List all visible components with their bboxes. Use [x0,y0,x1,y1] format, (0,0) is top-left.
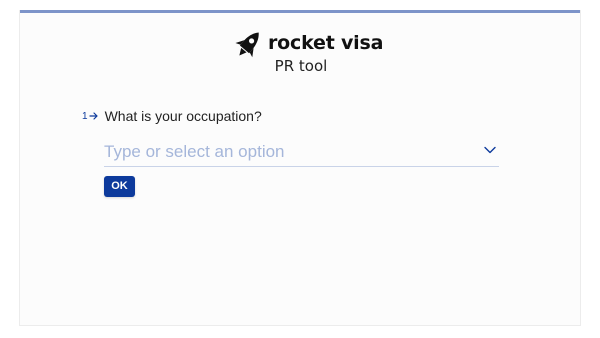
occupation-input[interactable] [104,140,464,164]
page-subtitle: PR tool [274,57,328,75]
rocket-icon [235,32,259,58]
question-number: 1 [82,110,88,122]
form-container: rocket visa PR tool 1 What is your occup… [19,10,581,326]
arrow-right-icon [88,112,98,120]
occupation-dropdown[interactable] [104,140,499,167]
progress-bar [20,10,580,13]
question-text: What is your occupation? [104,108,262,124]
ok-button[interactable]: OK [104,176,135,197]
chevron-down-icon[interactable] [484,146,496,154]
question-header: 1 What is your occupation? [82,106,262,126]
brand-name: rocket visa [268,32,384,54]
